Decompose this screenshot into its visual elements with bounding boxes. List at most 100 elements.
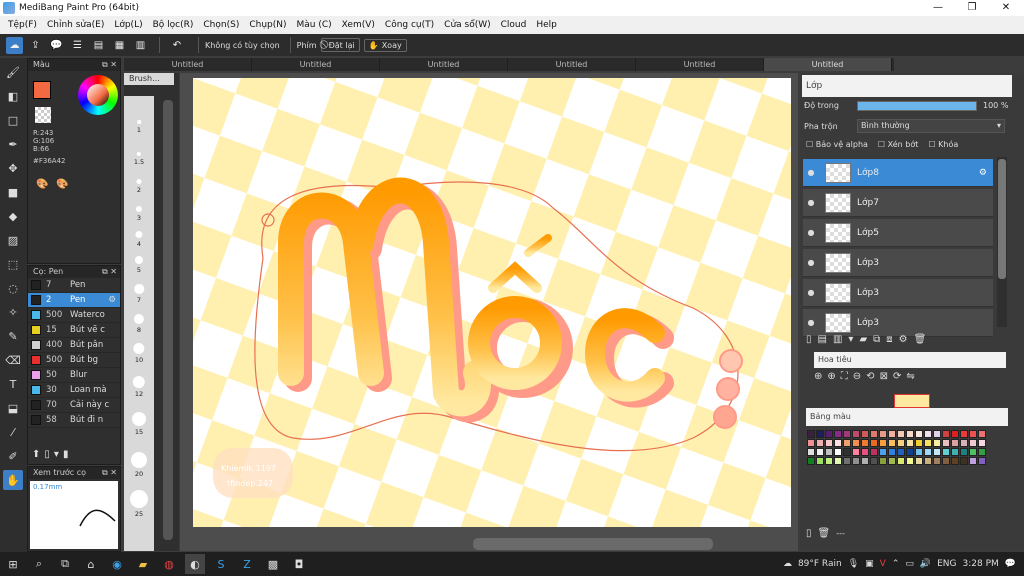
antivirus-icon[interactable]: V	[880, 559, 886, 569]
comment-icon[interactable]: 💬	[48, 37, 65, 54]
chrome-icon[interactable]: ◍	[159, 554, 179, 574]
palette-color-cell[interactable]	[834, 457, 842, 465]
brush-size-dot[interactable]	[130, 451, 148, 468]
palette-color-cell[interactable]	[807, 439, 815, 447]
palette-color-cell[interactable]	[825, 439, 833, 447]
palette-color-cell[interactable]	[816, 430, 824, 438]
palette-color-cell[interactable]	[834, 439, 842, 447]
palette-color-cell[interactable]	[915, 457, 923, 465]
palette-color-cell[interactable]	[843, 448, 851, 456]
palette-new-icon[interactable]: ▯	[806, 528, 812, 539]
gradient-tool-icon[interactable]: ▨	[3, 230, 23, 250]
palette-color-cell[interactable]	[825, 448, 833, 456]
palette-color-cell[interactable]	[951, 448, 959, 456]
palette-color-cell[interactable]	[888, 457, 896, 465]
zalo-icon[interactable]: Z	[237, 554, 257, 574]
palette-color-cell[interactable]	[825, 430, 833, 438]
palette-color-cell[interactable]	[897, 430, 905, 438]
merge-layer-icon[interactable]: ⧈	[886, 334, 892, 345]
palette-color-cell[interactable]	[807, 457, 815, 465]
palette-color-cell[interactable]	[942, 430, 950, 438]
tab-untitled-3[interactable]: Untitled	[380, 58, 508, 71]
brush-row[interactable]: 15 Bút vẽ c	[28, 323, 120, 338]
panel-close-icon[interactable]: ⧉ ✕	[102, 266, 117, 278]
reset-button[interactable]: ⃠Đặt lại	[320, 38, 360, 52]
layer-row[interactable]: ● Lớp3	[803, 249, 993, 277]
eye-icon[interactable]: ●	[803, 198, 819, 207]
layer-scrollbar-thumb[interactable]	[998, 159, 1006, 279]
search-icon[interactable]: ⌕	[29, 554, 49, 574]
eye-icon[interactable]: ●	[803, 168, 819, 177]
palette-color-cell[interactable]	[870, 457, 878, 465]
upload-icon[interactable]: ⇪	[27, 37, 44, 54]
palette-color-cell[interactable]	[816, 457, 824, 465]
chevron-up-icon[interactable]: ⌃	[892, 559, 900, 569]
palette-color-cell[interactable]	[879, 439, 887, 447]
palette-color-cell[interactable]	[852, 448, 860, 456]
panel-close-icon[interactable]: ⧉ ✕	[102, 59, 117, 71]
undo-icon[interactable]: ↶	[166, 37, 188, 54]
palette-color-cell[interactable]	[861, 430, 869, 438]
brush-size-dot[interactable]	[135, 205, 143, 212]
maximize-icon[interactable]: ❐	[955, 0, 989, 16]
menu-file[interactable]: Tệp(F)	[3, 16, 42, 34]
zoom-in-2-icon[interactable]: ⊕	[827, 371, 835, 382]
palette-color-cell[interactable]	[942, 439, 950, 447]
palette-color-cell[interactable]	[825, 457, 833, 465]
select-eraser-icon[interactable]: ⌫	[3, 350, 23, 370]
tab-untitled-1[interactable]: Untitled	[124, 58, 252, 71]
palette-color-cell[interactable]	[960, 430, 968, 438]
store-icon[interactable]: ⌂	[81, 554, 101, 574]
palette-color-cell[interactable]	[969, 448, 977, 456]
brush-row[interactable]: 400 Bút pân	[28, 338, 120, 353]
minimize-icon[interactable]: —	[921, 0, 955, 16]
windows-start-icon[interactable]: ⊞	[3, 554, 23, 574]
palette-color-cell[interactable]	[906, 448, 914, 456]
menu-layer[interactable]: Lớp(L)	[109, 16, 147, 34]
brush-new-icon[interactable]: ▯	[44, 449, 50, 460]
gear-icon[interactable]: ⚙	[108, 295, 116, 305]
brush-row[interactable]: 50 Blur	[28, 368, 120, 383]
brush-size-dot[interactable]	[134, 284, 144, 294]
menu-filter[interactable]: Bộ lọc(R)	[148, 16, 199, 34]
palette-color-cell[interactable]	[969, 430, 977, 438]
tab-untitled-2[interactable]: Untitled	[252, 58, 380, 71]
color-wheel-center[interactable]	[87, 84, 109, 106]
menu-window[interactable]: Cửa sổ(W)	[439, 16, 495, 34]
network-icon[interactable]: ▭	[905, 559, 914, 569]
tab-untitled-5[interactable]: Untitled	[636, 58, 764, 71]
layer-settings-icon[interactable]: ⚙	[899, 334, 908, 345]
new-mono-layer-icon[interactable]: ▥	[833, 334, 842, 345]
medibang-icon[interactable]: ◐	[185, 554, 205, 574]
brush-size-dot[interactable]	[136, 178, 142, 184]
brush-size-dot[interactable]	[134, 255, 144, 264]
brush-tool-icon[interactable]: 🖌	[3, 62, 23, 82]
eye-icon[interactable]: ●	[803, 318, 819, 327]
brush-row[interactable]: 2 Pen ⚙	[28, 293, 120, 308]
layer-row[interactable]: ● Lớp3	[803, 309, 993, 337]
zoom-out-icon[interactable]: ⊖	[853, 371, 861, 382]
brush-size-dot[interactable]	[137, 120, 141, 124]
palette-color-cell[interactable]	[933, 439, 941, 447]
brush-delete-icon[interactable]: ▮	[63, 449, 69, 460]
new-halftone-layer-icon[interactable]: ▤	[818, 334, 827, 345]
lock-checkbox[interactable]: ☐ Khóa	[928, 140, 958, 149]
palette-color-cell[interactable]	[951, 457, 959, 465]
layer-row[interactable]: ● Lớp5	[803, 219, 993, 247]
photos-icon[interactable]: ▩	[263, 554, 283, 574]
fill-rect-tool-icon[interactable]: ■	[3, 182, 23, 202]
palette-color-cell[interactable]	[951, 430, 959, 438]
brush-row[interactable]: 70 Cải này c	[28, 398, 120, 413]
rotate-left-icon[interactable]: ⟲	[866, 371, 874, 382]
palette-color-cell[interactable]	[843, 457, 851, 465]
palette-delete-icon[interactable]: 🗑	[818, 528, 831, 539]
fit-icon[interactable]: ⛶	[841, 371, 848, 382]
eye-icon[interactable]: ●	[803, 288, 819, 297]
select-tool-icon[interactable]: ⬚	[3, 254, 23, 274]
rotate-right-icon[interactable]: ⟳	[893, 371, 901, 382]
palette-color-cell[interactable]	[807, 430, 815, 438]
menu-view[interactable]: Xem(V)	[337, 16, 380, 34]
weather-icon[interactable]: ☁	[783, 559, 792, 569]
reset-view-icon[interactable]: ⊠	[880, 371, 888, 382]
brush-size-dot[interactable]	[136, 151, 142, 156]
